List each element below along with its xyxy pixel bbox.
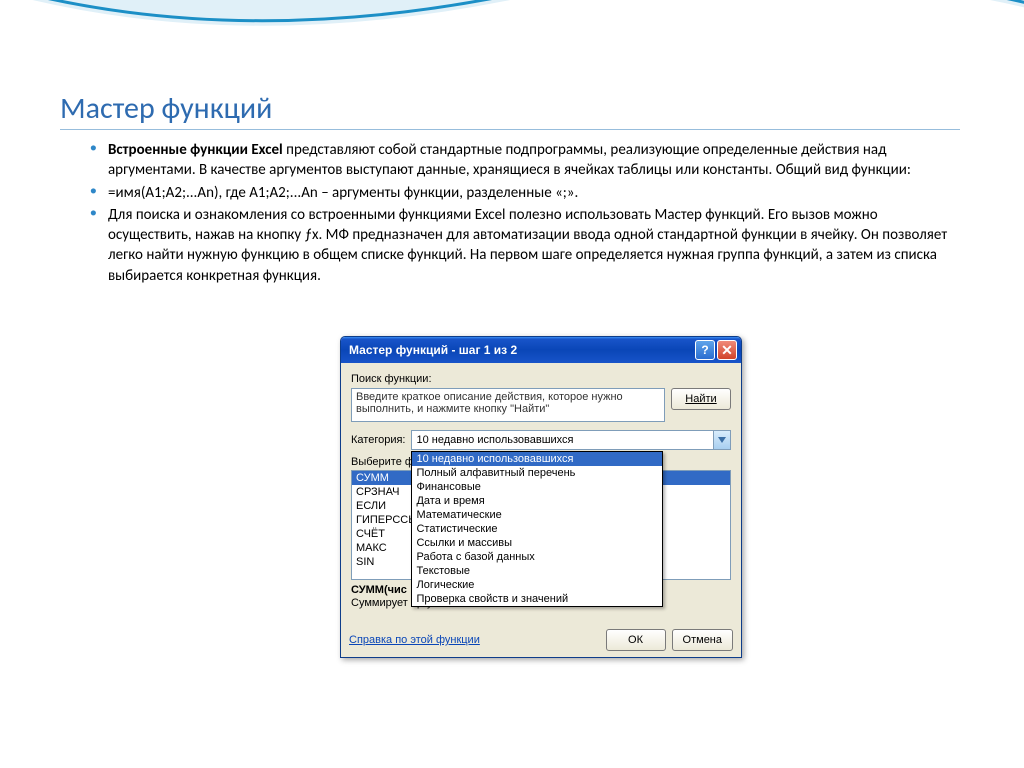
dropdown-item[interactable]: Дата и время (412, 494, 662, 508)
dropdown-item[interactable]: 10 недавно использовавшихся (412, 452, 662, 466)
find-button[interactable]: Найти (671, 388, 731, 410)
dropdown-item[interactable]: Полный алфавитный перечень (412, 466, 662, 480)
dropdown-item[interactable]: Ссылки и массивы (412, 536, 662, 550)
function-wizard-dialog: Мастер функций - шаг 1 из 2 ? ✕ Поиск фу… (340, 336, 742, 658)
list-item: =имя(A1;A2;...An), где A1;A2;...An – арг… (90, 183, 960, 203)
chevron-down-icon[interactable] (713, 431, 730, 449)
list-item: Для поиска и ознакомления со встроенными… (90, 205, 960, 286)
bullet-list: Встроенные функции Excel представляют со… (90, 140, 960, 286)
dropdown-item[interactable]: Статистические (412, 522, 662, 536)
category-label: Категория: (351, 434, 405, 446)
help-icon[interactable]: ? (695, 340, 715, 360)
dialog-titlebar[interactable]: Мастер функций - шаг 1 из 2 ? ✕ (341, 337, 741, 363)
search-label: Поиск функции: (351, 373, 731, 385)
help-link[interactable]: Справка по этой функции (349, 634, 606, 646)
dialog-title: Мастер функций - шаг 1 из 2 (349, 343, 693, 357)
dropdown-item[interactable]: Проверка свойств и значений (412, 592, 662, 606)
search-input[interactable]: Введите краткое описание действия, котор… (351, 388, 665, 422)
category-dropdown[interactable]: 10 недавно использовавшихся Полный алфав… (411, 451, 663, 607)
list-item: Встроенные функции Excel представляют со… (90, 140, 960, 181)
dropdown-item[interactable]: Текстовые (412, 564, 662, 578)
cancel-button[interactable]: Отмена (672, 629, 733, 651)
close-icon[interactable]: ✕ (717, 340, 737, 360)
ok-button[interactable]: ОК (606, 629, 666, 651)
category-combobox[interactable]: 10 недавно использовавшихся 10 недавно и… (411, 430, 731, 450)
slide-title: Мастер функций (60, 90, 960, 130)
dropdown-item[interactable]: Работа с базой данных (412, 550, 662, 564)
dropdown-item[interactable]: Логические (412, 578, 662, 592)
dropdown-item[interactable]: Математические (412, 508, 662, 522)
dropdown-item[interactable]: Финансовые (412, 480, 662, 494)
